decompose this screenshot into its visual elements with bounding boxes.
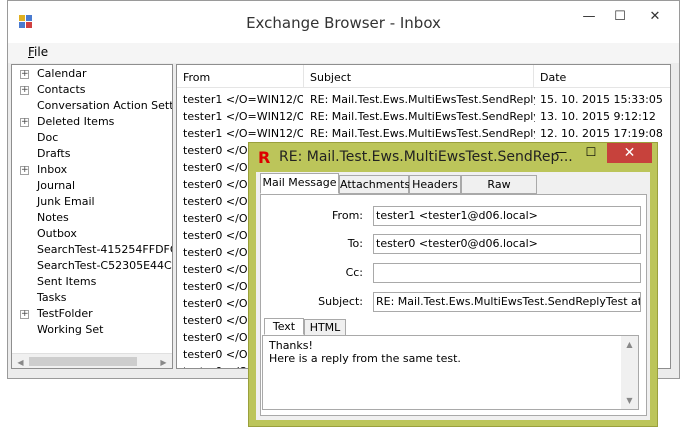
to-label: To: [347, 237, 363, 250]
folder-tree[interactable]: + Calendar + Contacts Conversation Action Se… [11, 64, 173, 369]
menu-file[interactable]: File [28, 45, 48, 59]
tree-item-label: Notes [37, 211, 69, 224]
tab-raw-message[interactable]: Raw Message [461, 175, 537, 208]
close-button[interactable]: ✕ [638, 7, 672, 27]
body-tab-html[interactable]: HTML [304, 319, 346, 336]
subject-field[interactable]: RE: Mail.Test.Ews.MultiEwsTest.SendReply… [373, 292, 641, 312]
menu-bar: File [8, 43, 679, 63]
tree-item-label: SearchTest-C52305E44C63 [37, 259, 173, 272]
message-body[interactable]: Thanks! Here is a reply from the same te… [262, 335, 639, 410]
table-row[interactable]: tester1 </O=WIN12/O... RE: Mail.Test.Ews.… [177, 125, 670, 142]
scroll-thumb[interactable] [29, 357, 137, 366]
body-vertical-scrollbar[interactable]: ▲ ▼ [621, 336, 638, 409]
cell-date: 13. 10. 2015 9:12:12 [540, 110, 656, 123]
expand-plus-icon[interactable]: + [20, 70, 29, 79]
scroll-up-icon[interactable]: ▲ [621, 336, 638, 353]
expand-plus-icon[interactable]: + [20, 310, 29, 319]
tree-item-label: Junk Email [37, 195, 95, 208]
dialog-minimize-button[interactable]: — [549, 145, 573, 159]
column-header-from[interactable]: From [177, 65, 304, 88]
cell-from: tester1 </O=WIN12/O... [183, 127, 303, 140]
tree-item-label: Drafts [37, 147, 71, 160]
scroll-right-icon[interactable]: ▶ [155, 354, 172, 368]
tab-headers[interactable]: Headers [409, 175, 461, 194]
minimize-button[interactable]: — [575, 7, 603, 27]
dialog-title: RE: Mail.Test.Ews.MultiEwsTest.SendRep..… [279, 149, 573, 165]
tree-item-label: Sent Items [37, 275, 97, 288]
tree-item-label: SearchTest-415254FFDFC2 [37, 243, 173, 256]
tree-horizontal-scrollbar[interactable]: ◀ ▶ [12, 353, 172, 368]
expand-plus-icon[interactable]: + [20, 166, 29, 175]
tree-item-label: TestFolder [37, 307, 93, 320]
scroll-down-icon[interactable]: ▼ [621, 392, 638, 409]
tree-item-label: Tasks [37, 291, 67, 304]
cell-from: tester1 </O=WIN12/O... [183, 93, 303, 106]
body-tab-text[interactable]: Text [264, 318, 304, 335]
tree-item-label: Journal [37, 179, 76, 192]
main-titlebar[interactable]: Exchange Browser - Inbox — ☐ ✕ [8, 1, 679, 43]
tab-mail-message[interactable]: Mail Message [260, 173, 339, 194]
from-field[interactable]: tester1 <tester1@d06.local> [373, 206, 641, 226]
cc-label: Cc: [345, 266, 363, 279]
tree-item-label: Inbox [37, 163, 68, 176]
cell-date: 15. 10. 2015 15:33:05 [540, 93, 663, 106]
subject-label: Subject: [318, 295, 363, 308]
dialog-close-button[interactable]: ✕ [607, 143, 652, 163]
dialog-maximize-button[interactable]: ☐ [579, 145, 603, 159]
tree-item-label: Doc [37, 131, 59, 144]
table-row[interactable]: tester1 </O=WIN12/O... RE: Mail.Test.Ews.… [177, 91, 670, 108]
tree-item-label: Deleted Items [37, 115, 115, 128]
cell-subject: RE: Mail.Test.Ews.MultiEwsTest.SendReply… [310, 127, 535, 140]
tree-item-label: Contacts [37, 83, 86, 96]
tab-attachments[interactable]: Attachments [339, 175, 410, 194]
maximize-button[interactable]: ☐ [606, 7, 634, 27]
cell-subject: RE: Mail.Test.Ews.MultiEwsTest.SendReply… [310, 93, 535, 106]
cell-from: tester1 </O=WIN12/O... [183, 110, 303, 123]
column-header-subject[interactable]: Subject [304, 65, 534, 88]
from-label: From: [332, 209, 363, 222]
expand-plus-icon[interactable]: + [20, 86, 29, 95]
body-line: Thanks! [269, 339, 313, 352]
expand-plus-icon[interactable]: + [20, 118, 29, 127]
tree-item-label: Calendar [37, 67, 87, 80]
r-logo-icon: R [258, 148, 271, 167]
table-row[interactable]: tester1 </O=WIN12/O... RE: Mail.Test.Ews.… [177, 108, 670, 125]
cc-field[interactable] [373, 263, 641, 283]
tree-item-label: Outbox [37, 227, 77, 240]
scroll-left-icon[interactable]: ◀ [12, 354, 29, 368]
cell-subject: RE: Mail.Test.Ews.MultiEwsTest.SendReply… [310, 110, 535, 123]
cell-date: 12. 10. 2015 17:19:08 [540, 127, 663, 140]
to-field[interactable]: tester0 <tester0@d06.local> [373, 234, 641, 254]
tree-item-label: Working Set [37, 323, 104, 336]
tree-item-label: Conversation Action Settings [37, 99, 173, 112]
column-header-date[interactable]: Date [534, 65, 670, 88]
body-line: Here is a reply from the same test. [269, 352, 461, 365]
